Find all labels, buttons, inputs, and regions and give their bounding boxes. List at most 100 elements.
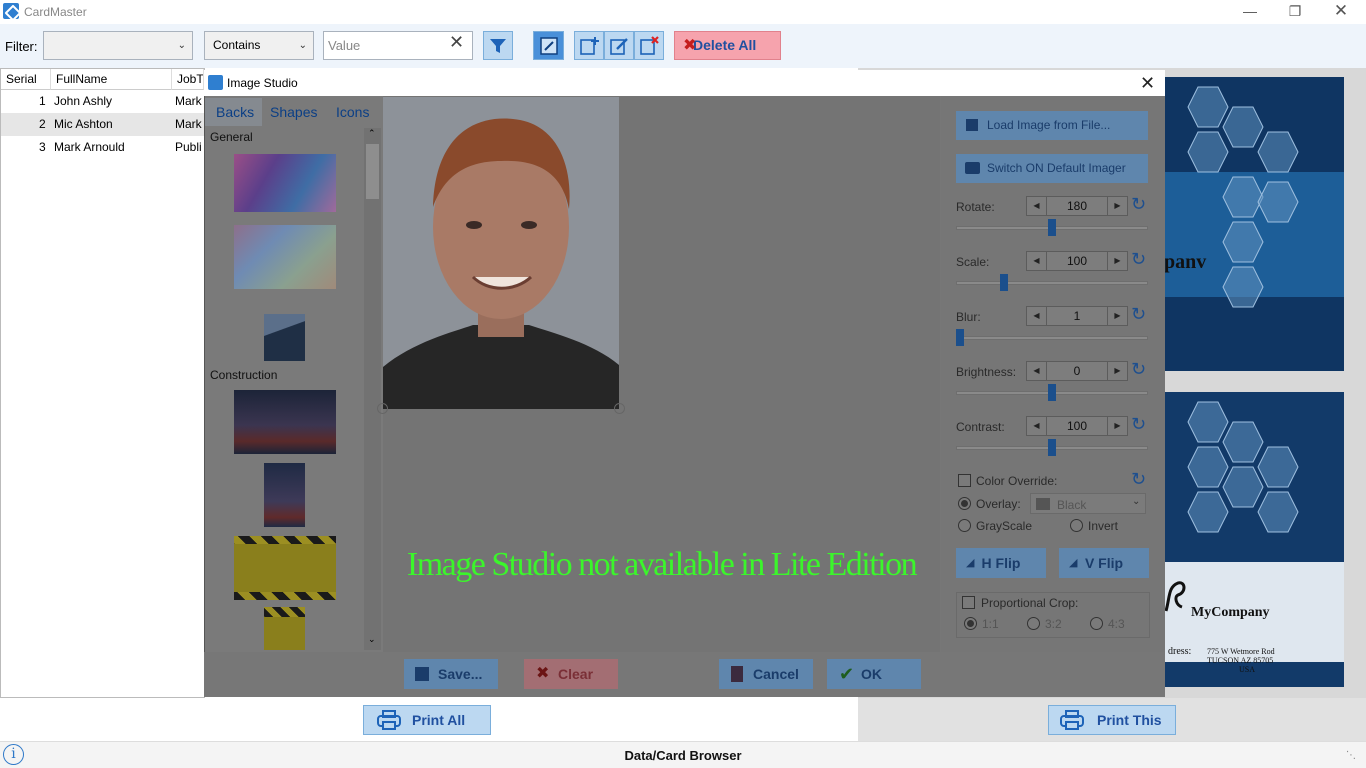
load-image-button[interactable]: Load Image from File... <box>956 111 1148 140</box>
background-thumbnail[interactable] <box>234 154 336 212</box>
contrast-reset-icon[interactable]: ↻ <box>1131 414 1146 435</box>
crop-1-1-label: 1:1 <box>982 617 999 631</box>
dialog-close-icon[interactable]: ✕ <box>1140 73 1155 94</box>
brightness-reset-icon[interactable]: ↻ <box>1131 359 1146 380</box>
decrement-icon[interactable]: ◀ <box>1027 252 1047 270</box>
delete-all-button[interactable]: ✖ Delete All <box>674 31 781 60</box>
add-card-button[interactable] <box>574 31 604 60</box>
ok-button[interactable]: ✔ OK <box>827 659 921 689</box>
contrast-value: 100 <box>1066 419 1088 433</box>
cancel-button[interactable]: Cancel <box>719 659 813 689</box>
background-thumbnail[interactable] <box>234 225 336 289</box>
increment-icon[interactable]: ▶ <box>1107 307 1127 325</box>
edit-mode-button[interactable] <box>533 31 564 60</box>
scroll-down-icon[interactable]: ⌄ <box>368 634 376 645</box>
decrement-icon[interactable]: ◀ <box>1027 197 1047 215</box>
tab-shapes[interactable]: Shapes <box>270 100 317 124</box>
print-this-button[interactable]: Print This <box>1048 705 1176 735</box>
cell-jobtitle: Mark <box>175 117 202 131</box>
apply-filter-button[interactable] <box>483 31 513 60</box>
overlay-radio[interactable] <box>958 497 971 510</box>
column-header-fullname[interactable]: FullName <box>51 69 172 90</box>
resize-grip-icon[interactable]: ⋱ <box>1346 750 1356 761</box>
restore-icon[interactable]: ❐ <box>1272 0 1318 24</box>
close-icon[interactable]: ✕ <box>1318 0 1364 24</box>
color-override-checkbox[interactable] <box>958 474 971 487</box>
scale-spinner[interactable]: ◀ 100 ▶ <box>1026 251 1128 271</box>
scroll-up-icon[interactable]: ⌃ <box>368 128 376 139</box>
background-thumbnail[interactable] <box>264 463 305 527</box>
shape-thumbnail[interactable] <box>264 314 305 361</box>
portrait-photo[interactable] <box>383 97 619 409</box>
tab-backs[interactable]: Backs <box>216 100 254 124</box>
column-header-serial[interactable]: Serial <box>1 69 51 90</box>
scale-slider-thumb[interactable] <box>1000 274 1008 291</box>
rotate-reset-icon[interactable]: ↻ <box>1131 194 1146 215</box>
rotate-spinner[interactable]: ◀ 180 ▶ <box>1026 196 1128 216</box>
column-header-jobtitle[interactable]: JobT <box>172 69 204 90</box>
crop-handle[interactable] <box>377 403 388 414</box>
increment-icon[interactable]: ▶ <box>1107 197 1127 215</box>
portrait-image-icon <box>383 97 619 409</box>
background-thumbnail[interactable] <box>264 607 305 650</box>
proportional-crop-checkbox[interactable] <box>962 596 975 609</box>
ok-label: OK <box>861 666 882 682</box>
palette-scrollbar[interactable]: ⌃ ⌄ <box>364 128 381 650</box>
crop-4-3-radio[interactable] <box>1090 617 1103 630</box>
blur-slider[interactable] <box>956 336 1148 340</box>
blur-spinner[interactable]: ◀ 1 ▶ <box>1026 306 1128 326</box>
card-back[interactable]: MyCompany dress: 775 W Wetmore Rod TUCSO… <box>1163 392 1344 687</box>
overlay-color-select[interactable]: Black ⌄ <box>1030 493 1146 514</box>
print-all-button[interactable]: Print All <box>363 705 491 735</box>
edit-card-button[interactable] <box>604 31 634 60</box>
crop-handle[interactable] <box>614 403 625 414</box>
blur-label: Blur: <box>956 310 981 324</box>
app-title: CardMaster <box>24 5 87 19</box>
crop-3-2-radio[interactable] <box>1027 617 1040 630</box>
h-flip-label: H Flip <box>981 555 1021 571</box>
dialog-logo-icon <box>208 75 223 90</box>
background-thumbnail[interactable] <box>234 536 336 600</box>
tab-icons[interactable]: Icons <box>336 100 369 124</box>
crop-1-1-radio[interactable] <box>964 617 977 630</box>
operator-select[interactable]: Contains ⌄ <box>204 31 314 60</box>
save-button[interactable]: Save... <box>404 659 498 689</box>
table-row[interactable]: 3 Mark Arnould Publi <box>1 136 204 159</box>
filter-field-select[interactable]: ⌄ <box>43 31 193 60</box>
scale-reset-icon[interactable]: ↻ <box>1131 249 1146 270</box>
brightness-slider-thumb[interactable] <box>1048 384 1056 401</box>
increment-icon[interactable]: ▶ <box>1107 417 1127 435</box>
grayscale-radio[interactable] <box>958 519 971 532</box>
contrast-spinner[interactable]: ◀ 100 ▶ <box>1026 416 1128 436</box>
color-override-reset-icon[interactable]: ↻ <box>1131 469 1146 490</box>
blur-reset-icon[interactable]: ↻ <box>1131 304 1146 325</box>
increment-icon[interactable]: ▶ <box>1107 252 1127 270</box>
scale-slider[interactable] <box>956 281 1148 285</box>
background-thumbnail[interactable] <box>234 390 336 454</box>
card-address-line: TUCSON AZ 85705 <box>1207 656 1274 665</box>
clear-button[interactable]: ✖ Clear <box>524 659 618 689</box>
dialog-title-bar <box>204 70 1165 96</box>
card-front[interactable]: panv <box>1163 77 1344 371</box>
table-row[interactable]: 2 Mic Ashton Mark <box>1 113 204 136</box>
contrast-slider-thumb[interactable] <box>1048 439 1056 456</box>
increment-icon[interactable]: ▶ <box>1107 362 1127 380</box>
v-flip-button[interactable]: ◢ V Flip <box>1059 548 1149 578</box>
clear-value-icon[interactable]: ✕ <box>449 32 464 53</box>
proportional-crop-label: Proportional Crop: <box>981 596 1079 610</box>
rotate-slider-thumb[interactable] <box>1048 219 1056 236</box>
decrement-icon[interactable]: ◀ <box>1027 307 1047 325</box>
brightness-spinner[interactable]: ◀ 0 ▶ <box>1026 361 1128 381</box>
decrement-icon[interactable]: ◀ <box>1027 417 1047 435</box>
invert-radio[interactable] <box>1070 519 1083 532</box>
h-flip-button[interactable]: ◢ H Flip <box>956 548 1046 578</box>
table-row[interactable]: 1 John Ashly Mark <box>1 90 204 113</box>
blur-slider-thumb[interactable] <box>956 329 964 346</box>
rotate-label: Rotate: <box>956 200 995 214</box>
scrollbar-thumb[interactable] <box>366 144 379 199</box>
default-imager-button[interactable]: Switch ON Default Imager <box>956 154 1148 183</box>
scale-value: 100 <box>1066 254 1088 268</box>
decrement-icon[interactable]: ◀ <box>1027 362 1047 380</box>
minimize-icon[interactable]: — <box>1227 0 1273 24</box>
delete-card-button[interactable] <box>634 31 664 60</box>
